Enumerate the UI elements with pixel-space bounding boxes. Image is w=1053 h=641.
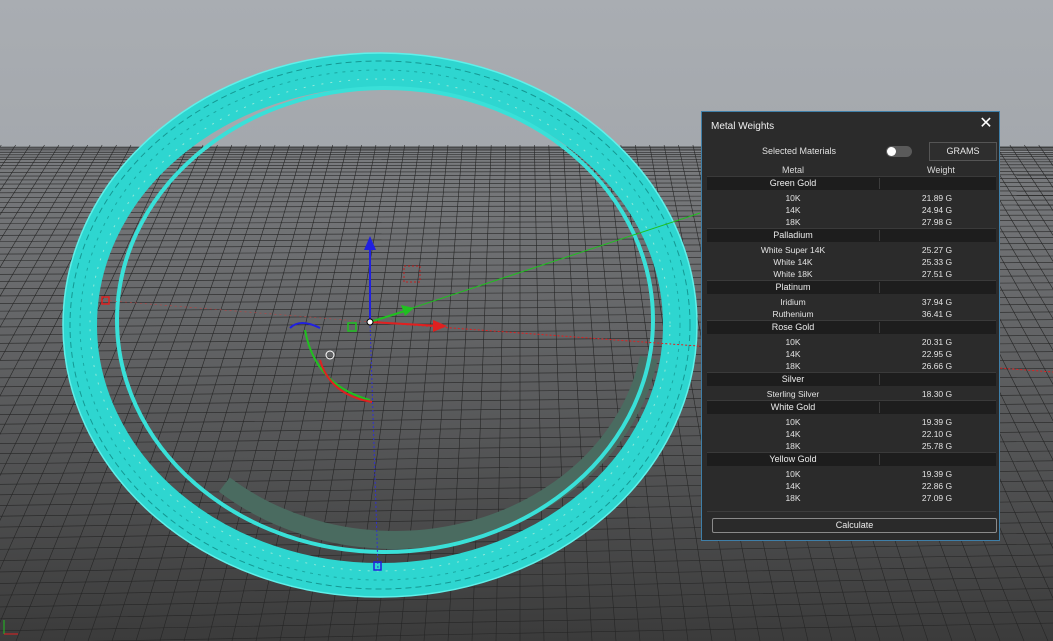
group-name: Green Gold bbox=[769, 178, 817, 188]
metal-name: Ruthenium bbox=[772, 309, 814, 319]
divider bbox=[707, 511, 996, 512]
metal-name: 10K bbox=[785, 469, 801, 479]
table-row: 14K 22.10 G bbox=[707, 428, 996, 440]
table-row: 10K 20.31 G bbox=[707, 336, 996, 348]
group-name: White Gold bbox=[770, 402, 816, 412]
metal-name: Sterling Silver bbox=[766, 389, 820, 399]
metal-name: White 14K bbox=[773, 257, 813, 267]
metal-name: 10K bbox=[785, 417, 801, 427]
panel-title: Metal Weights bbox=[711, 121, 775, 132]
group-name: Platinum bbox=[775, 282, 811, 292]
column-header-weight: Weight bbox=[927, 165, 955, 175]
group-name: Yellow Gold bbox=[769, 454, 817, 464]
group-header: Green Gold bbox=[707, 176, 996, 190]
metal-weight: 20.31 G bbox=[921, 337, 953, 347]
column-separator bbox=[879, 282, 880, 293]
table-row: 18K 26.66 G bbox=[707, 360, 996, 372]
table-row: 14K 24.94 G bbox=[707, 204, 996, 216]
metal-weight: 27.98 G bbox=[921, 217, 953, 227]
metal-weight: 27.09 G bbox=[921, 493, 953, 503]
table-row: White Super 14K 25.27 G bbox=[707, 244, 996, 256]
column-separator bbox=[879, 322, 880, 333]
column-separator bbox=[879, 178, 880, 189]
group-name: Silver bbox=[781, 374, 805, 384]
table-row: 18K 27.98 G bbox=[707, 216, 996, 228]
metal-weight: 21.89 G bbox=[921, 193, 953, 203]
table-row: 10K 19.39 G bbox=[707, 416, 996, 428]
metal-name: 18K bbox=[785, 361, 801, 371]
metal-name: 10K bbox=[785, 337, 801, 347]
metal-name: White 18K bbox=[773, 269, 813, 279]
metal-name: 14K bbox=[785, 481, 801, 491]
metal-name: 14K bbox=[785, 349, 801, 359]
metal-weight: 24.94 G bbox=[921, 205, 953, 215]
metal-name: 18K bbox=[785, 493, 801, 503]
group-header: Platinum bbox=[707, 280, 996, 294]
table-row: 14K 22.86 G bbox=[707, 480, 996, 492]
metal-weight: 22.95 G bbox=[921, 349, 953, 359]
group-header: Yellow Gold bbox=[707, 452, 996, 466]
metal-weight: 25.27 G bbox=[921, 245, 953, 255]
table-row: 10K 21.89 G bbox=[707, 192, 996, 204]
toggle-knob bbox=[887, 147, 896, 156]
table-row: 14K 22.95 G bbox=[707, 348, 996, 360]
metal-weight: 19.39 G bbox=[921, 417, 953, 427]
metal-weight: 27.51 G bbox=[921, 269, 953, 279]
group-header: Silver bbox=[707, 372, 996, 386]
metal-name: 14K bbox=[785, 429, 801, 439]
metal-weights-panel: Metal Weights ✕ Selected Materials GRAMS… bbox=[701, 111, 1000, 541]
column-separator bbox=[879, 230, 880, 241]
metal-weight: 36.41 G bbox=[921, 309, 953, 319]
metal-name: 18K bbox=[785, 441, 801, 451]
metal-name: 10K bbox=[785, 193, 801, 203]
column-separator bbox=[879, 402, 880, 413]
selected-materials-row: Selected Materials GRAMS bbox=[702, 142, 999, 162]
metal-weight: 26.66 G bbox=[921, 361, 953, 371]
table-row: Ruthenium 36.41 G bbox=[707, 308, 996, 320]
group-name: Palladium bbox=[773, 230, 813, 240]
metal-name: Iridium bbox=[780, 297, 806, 307]
column-separator bbox=[879, 454, 880, 465]
table-row: Iridium 37.94 G bbox=[707, 296, 996, 308]
selected-materials-label: Selected Materials bbox=[762, 146, 837, 156]
table-row: 18K 25.78 G bbox=[707, 440, 996, 452]
table-row: 18K 27.09 G bbox=[707, 492, 996, 504]
column-header-metal: Metal bbox=[782, 165, 805, 175]
table-row: Sterling Silver 18.30 G bbox=[707, 388, 996, 400]
metal-name: 14K bbox=[785, 205, 801, 215]
calculate-button[interactable]: Calculate bbox=[712, 518, 997, 533]
group-header: Palladium bbox=[707, 228, 996, 242]
weights-table: Green Gold 10K 21.89 G 14K 24.94 G 18K 27.98 G… bbox=[707, 176, 996, 504]
selected-materials-toggle[interactable] bbox=[886, 146, 912, 157]
group-header: Rose Gold bbox=[707, 320, 996, 334]
column-separator bbox=[879, 374, 880, 385]
table-row: White 14K 25.33 G bbox=[707, 256, 996, 268]
close-icon[interactable]: ✕ bbox=[978, 116, 994, 132]
metal-weight: 37.94 G bbox=[921, 297, 953, 307]
metal-weight: 22.10 G bbox=[921, 429, 953, 439]
metal-weight: 18.30 G bbox=[921, 389, 953, 399]
group-header: White Gold bbox=[707, 400, 996, 414]
metal-weight: 25.78 G bbox=[921, 441, 953, 451]
metal-name: 18K bbox=[785, 217, 801, 227]
metal-name: White Super 14K bbox=[760, 245, 826, 255]
group-name: Rose Gold bbox=[771, 322, 815, 332]
gumball-center-icon[interactable] bbox=[366, 318, 374, 326]
table-row: White 18K 27.51 G bbox=[707, 268, 996, 280]
metal-weight: 25.33 G bbox=[921, 257, 953, 267]
metal-weight: 19.39 G bbox=[921, 469, 953, 479]
metal-weight: 22.86 G bbox=[921, 481, 953, 491]
unit-button[interactable]: GRAMS bbox=[929, 142, 997, 161]
table-row: 10K 19.39 G bbox=[707, 468, 996, 480]
